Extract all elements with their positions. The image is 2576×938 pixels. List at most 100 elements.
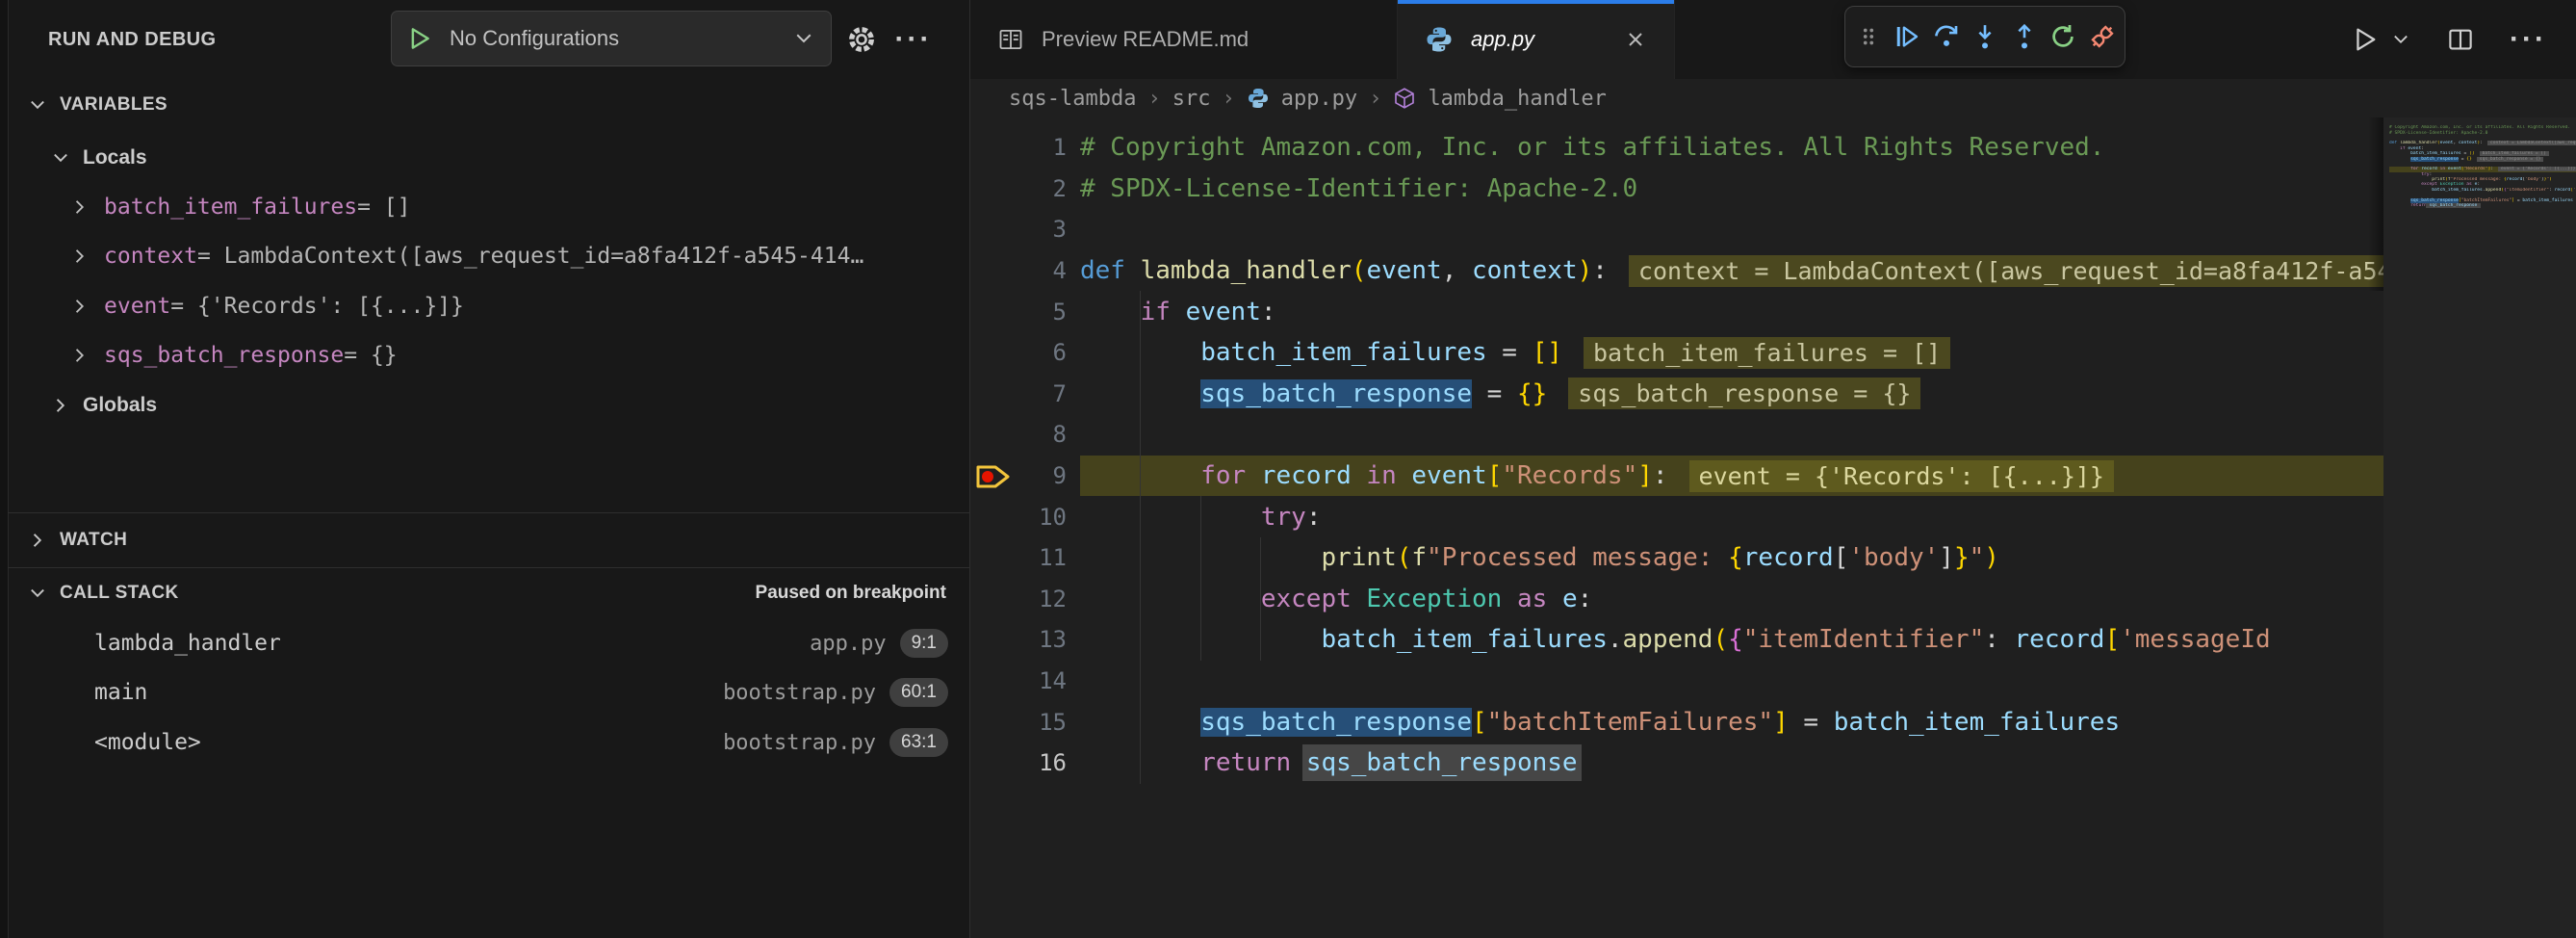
frame-name: <module>	[94, 730, 201, 755]
variable-row-batch_item_failures[interactable]: batch_item_failures = []	[8, 186, 969, 228]
frame-name: lambda_handler	[94, 631, 281, 656]
breadcrumb-separator: ›	[1222, 87, 1234, 111]
code-line-15[interactable]: sqs_batch_response["batchItemFailures"] …	[1080, 701, 2383, 743]
breadcrumb-item-file[interactable]: app.py	[1281, 87, 1357, 111]
code-line-11: print(f"Processed message: {record['body…	[2389, 177, 2576, 182]
code-line-14[interactable]	[1080, 661, 2383, 702]
code-line-2[interactable]: # SPDX-License-Identifier: Apache-2.0	[1080, 169, 2383, 210]
breadcrumb-item-folder[interactable]: sqs-lambda	[1009, 87, 1136, 111]
more-actions-icon[interactable]: ···	[891, 0, 936, 79]
breakpoint-current-line-icon[interactable]	[974, 462, 1013, 491]
debug-toolbar	[1844, 6, 2125, 67]
drag-handle-icon[interactable]	[1852, 20, 1885, 53]
code-line-13[interactable]: batch_item_failures.append({"itemIdentif…	[1080, 619, 2383, 661]
more-actions-icon[interactable]: ···	[2510, 25, 2547, 54]
scope-globals[interactable]: Globals	[8, 384, 969, 427]
inline-debug-hint: sqs_batch_response = {}	[1568, 378, 1920, 409]
gutter-line-10[interactable]: 10	[970, 496, 1067, 537]
gutter-line-4[interactable]: 4	[970, 250, 1067, 292]
breadcrumb-item-folder[interactable]: src	[1172, 87, 1211, 111]
variables-section-header[interactable]: VARIABLES	[8, 85, 969, 125]
code-line-3[interactable]	[1080, 209, 2383, 250]
gutter-line-1[interactable]: 1	[970, 127, 1067, 169]
frame-name: main	[94, 680, 147, 705]
code-line-4[interactable]: def lambda_handler(event, context):conte…	[1080, 250, 2383, 292]
code-lines: # Copyright Amazon.com, Inc. or its affi…	[1080, 127, 2383, 784]
call-stack-frame[interactable]: mainbootstrap.py60:1	[8, 669, 969, 716]
code-line-1: # Copyright Amazon.com, Inc. or its affi…	[2389, 125, 2576, 130]
frame-file: bootstrap.py	[723, 681, 876, 705]
gutter-line-6[interactable]: 6	[970, 332, 1067, 374]
minimap[interactable]: # Copyright Amazon.com, Inc. or its affi…	[2383, 117, 2576, 938]
start-debugging-icon[interactable]	[405, 25, 432, 52]
watch-section-header[interactable]: WATCH	[8, 513, 969, 567]
code-line-12[interactable]: except Exception as e:	[1080, 579, 2383, 620]
gutter-line-12[interactable]: 12	[970, 579, 1067, 620]
call-stack-section-header[interactable]: CALL STACK Paused on breakpoint	[8, 568, 969, 618]
variables-header-label: VARIABLES	[60, 94, 167, 116]
call-stack-frame[interactable]: lambda_handlerapp.py9:1	[8, 620, 969, 666]
frame-file: app.py	[810, 632, 886, 656]
chevron-down-icon	[27, 94, 48, 116]
step-into-icon[interactable]	[1969, 20, 2001, 53]
close-icon[interactable]	[1624, 28, 1647, 51]
variable-row-event[interactable]: event = {'Records': [{...}]}	[8, 285, 969, 327]
gutter-line-5[interactable]: 5	[970, 291, 1067, 332]
gutter-line-16[interactable]: 16	[970, 743, 1067, 784]
gutter-line-13[interactable]: 13	[970, 619, 1067, 661]
step-over-icon[interactable]	[1930, 20, 1963, 53]
disconnect-icon[interactable]	[2086, 20, 2119, 53]
inline-debug-hint: batch_item_failures = []	[2480, 151, 2549, 156]
debug-config-dropdown[interactable]: No Configurations	[391, 11, 832, 66]
run-dropdown-chevron-icon[interactable]	[2390, 29, 2411, 50]
chevron-right-icon	[69, 196, 90, 218]
code-line-11[interactable]: print(f"Processed message: {record['body…	[1080, 537, 2383, 579]
gutter-line-8[interactable]: 8	[970, 414, 1067, 456]
code-line-6[interactable]: batch_item_failures = []batch_item_failu…	[1080, 332, 2383, 374]
tab-app-py[interactable]: app.py	[1398, 0, 1675, 79]
variable-row-sqs_batch_response[interactable]: sqs_batch_response = {}	[8, 334, 969, 377]
breadcrumb-item-symbol[interactable]: lambda_handler	[1428, 87, 1606, 111]
variable-row-context[interactable]: context = LambdaContext([aws_request_id=…	[8, 235, 969, 277]
code-line-1[interactable]: # Copyright Amazon.com, Inc. or its affi…	[1080, 127, 2383, 169]
code-line-9[interactable]: for record in event["Records"]:event = {…	[1080, 456, 2383, 497]
call-stack-frame[interactable]: <module>bootstrap.py63:1	[8, 719, 969, 766]
gutter-line-11[interactable]: 11	[970, 537, 1067, 579]
gutter-line-7[interactable]: 7	[970, 374, 1067, 415]
code-line-16[interactable]: return sqs_batch_response	[1080, 743, 2383, 784]
gutter-line-3[interactable]: 3	[970, 209, 1067, 250]
vscode-window: RUN AND DEBUG No Configurations ··· VA	[0, 0, 2576, 938]
settings-gear-icon[interactable]	[839, 0, 884, 79]
chevron-down-icon	[27, 583, 48, 604]
run-and-debug-sidebar: RUN AND DEBUG No Configurations ··· VA	[0, 0, 970, 938]
code-line-8[interactable]	[1080, 414, 2383, 456]
symbol-function-icon	[1393, 87, 1416, 110]
code-line-10[interactable]: try:	[1080, 496, 2383, 537]
code-line-7[interactable]: sqs_batch_response = {}sqs_batch_respons…	[1080, 374, 2383, 415]
code-line-5[interactable]: if event:	[1080, 291, 2383, 332]
code-line-16: return sqs_batch_response	[2389, 203, 2576, 208]
step-out-icon[interactable]	[2008, 20, 2041, 53]
chevron-down-icon	[50, 147, 71, 169]
split-editor-icon[interactable]	[2446, 25, 2475, 54]
frame-position-badge: 63:1	[889, 728, 948, 757]
run-icon[interactable]	[2350, 25, 2379, 54]
continue-icon[interactable]	[1891, 20, 1923, 53]
gutter-line-15[interactable]: 15	[970, 701, 1067, 743]
scope-locals[interactable]: Locals	[8, 137, 969, 179]
gutter-line-9[interactable]: 9	[970, 456, 1067, 497]
debug-config-label: No Configurations	[450, 26, 619, 51]
code-editor[interactable]: 12345678 910111213141516 # Copyright Ama…	[970, 117, 2383, 938]
breadcrumb-separator: ›	[1369, 87, 1381, 111]
python-icon	[1425, 25, 1454, 54]
inline-debug-hint: context = LambdaContext([aws_request_id=…	[1629, 255, 2383, 287]
code-line-13: batch_item_failures.append({"itemIdentif…	[2389, 188, 2576, 193]
tab-label: Preview README.md	[1042, 27, 1249, 52]
tab-preview-readme[interactable]: Preview README.md	[970, 0, 1398, 79]
editor-actions: ···	[2350, 0, 2576, 79]
gutter-line-14[interactable]: 14	[970, 661, 1067, 702]
gutter-line-2[interactable]: 2	[970, 169, 1067, 210]
editor-gutter[interactable]: 12345678 910111213141516	[970, 127, 1067, 784]
restart-icon[interactable]	[2047, 20, 2079, 53]
code-line-9: for record in event["Records"]:event = {…	[2389, 167, 2576, 171]
